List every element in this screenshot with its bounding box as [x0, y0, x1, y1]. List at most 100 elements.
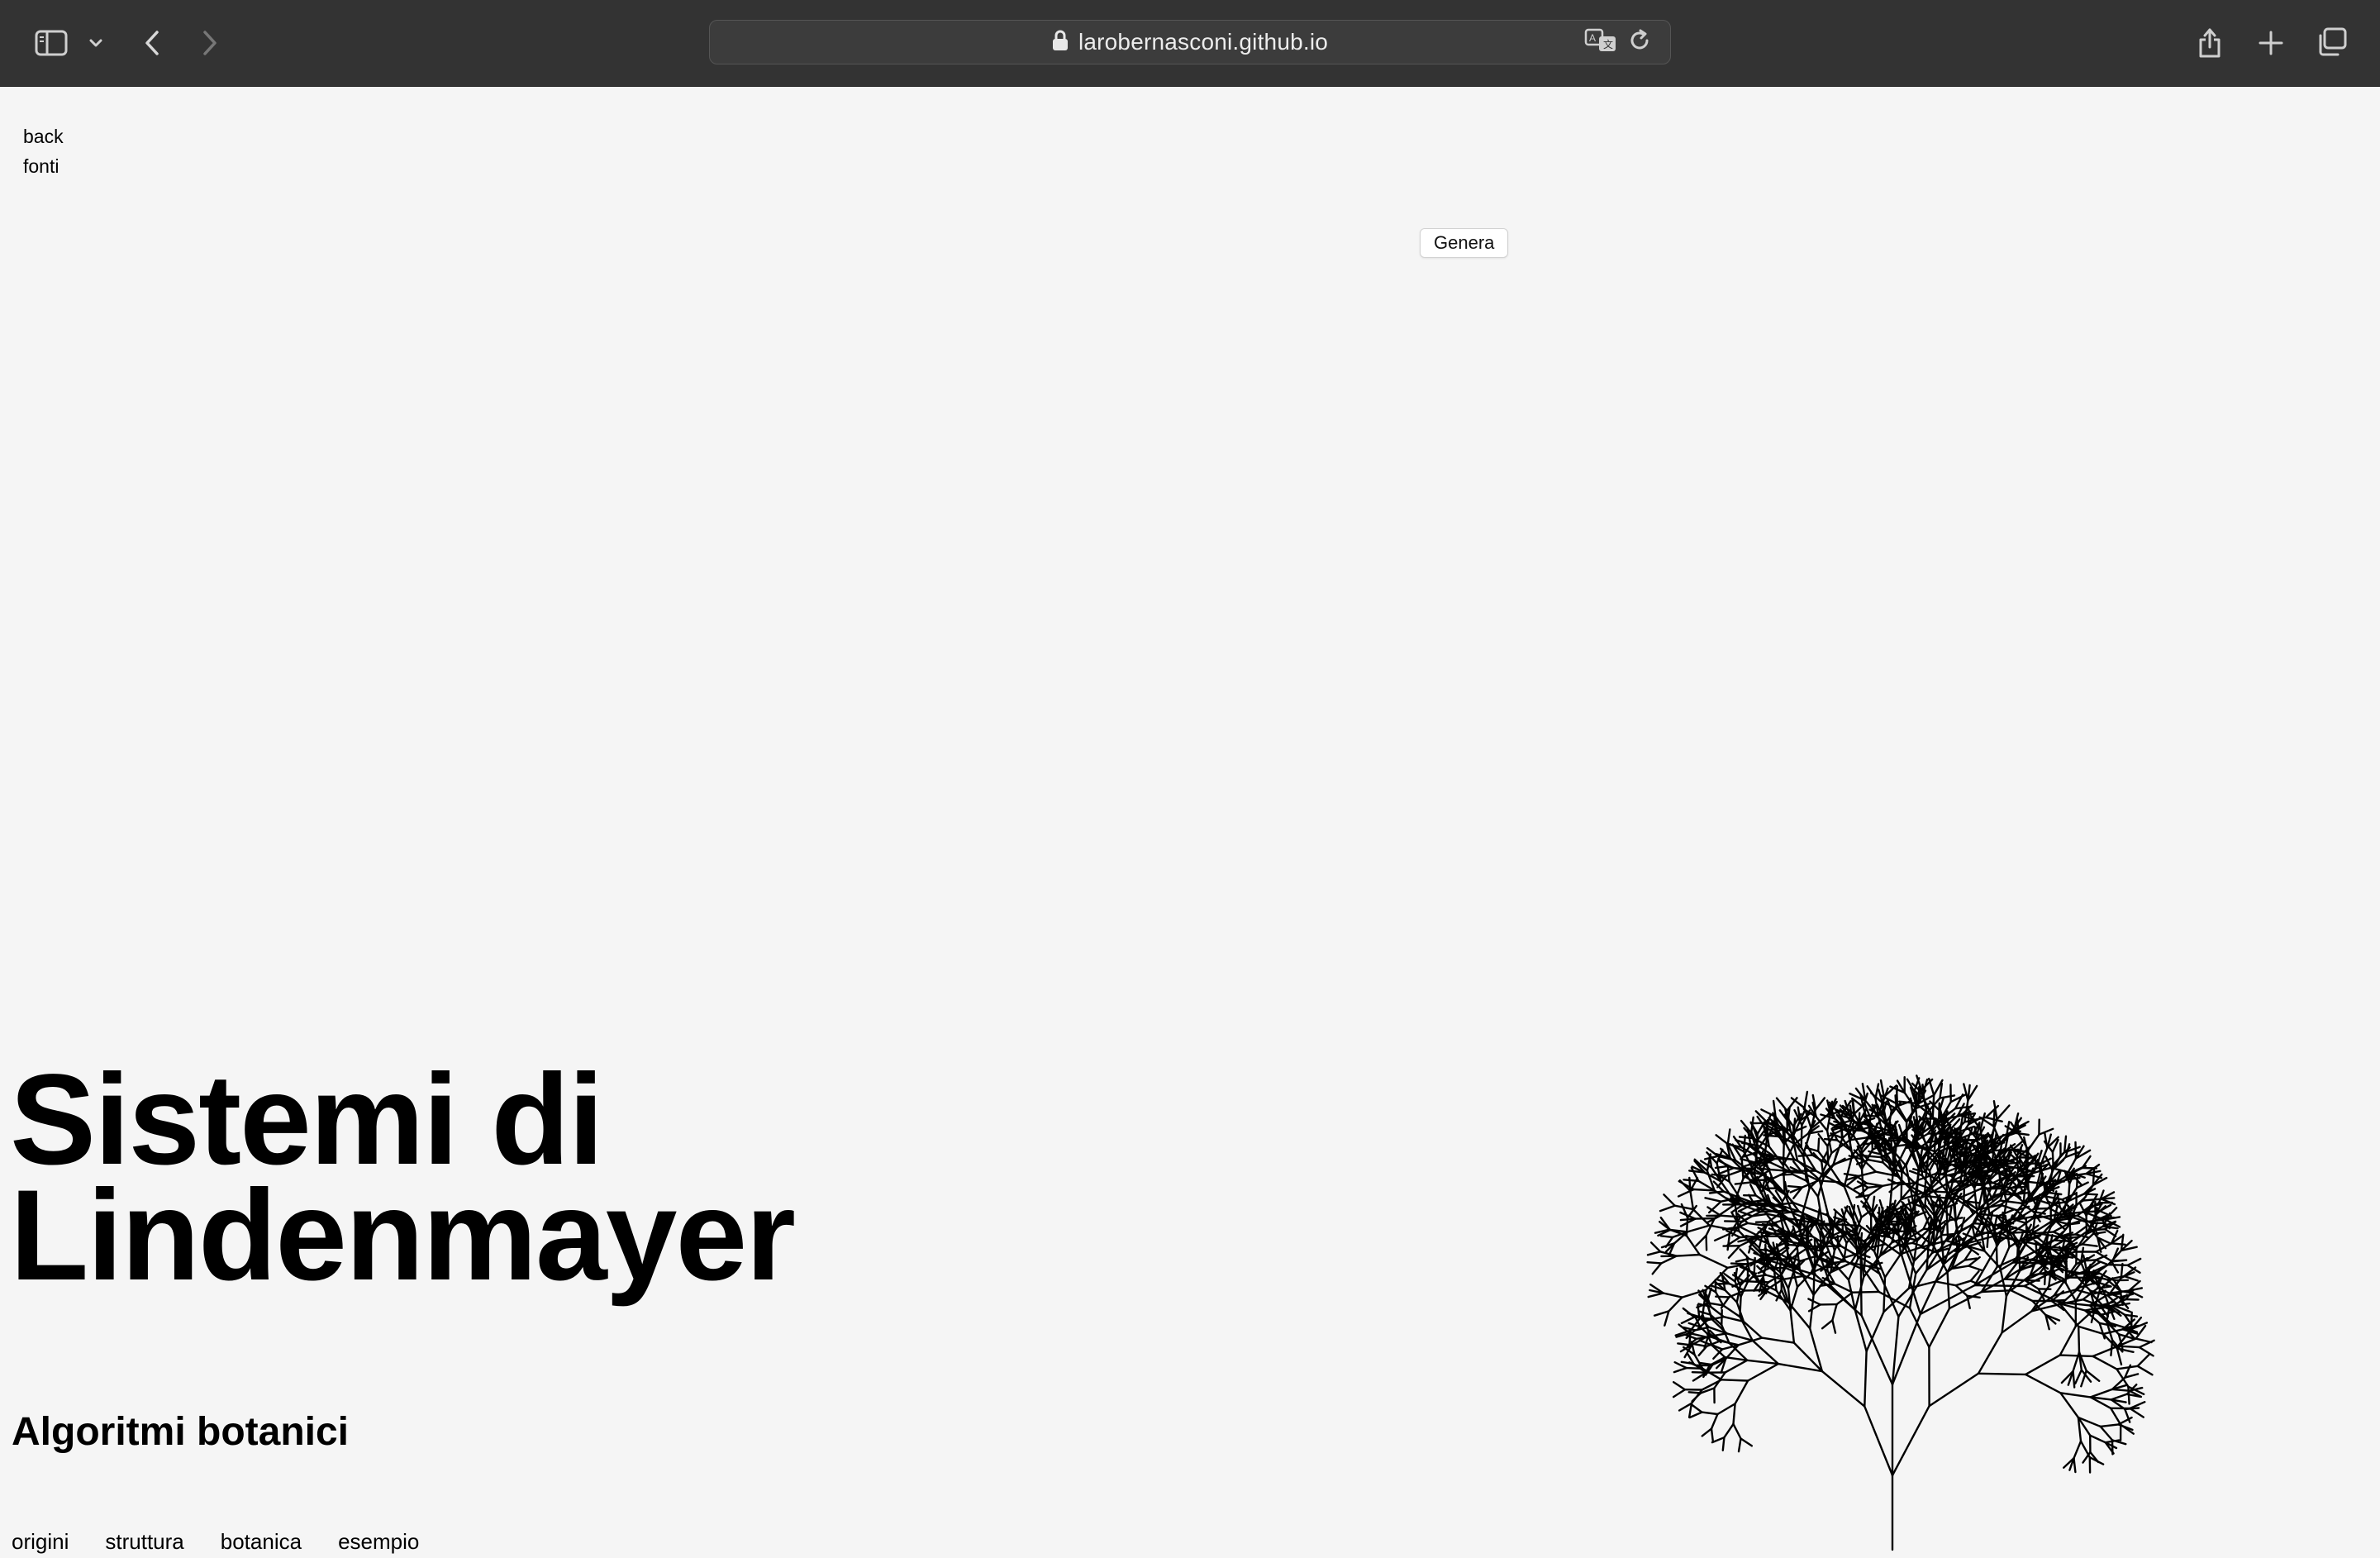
back-link[interactable]: back [23, 121, 64, 151]
tree-branch [1841, 1126, 1842, 1137]
tree-branch [2065, 1246, 2067, 1260]
tree-branch [1855, 1277, 1864, 1310]
tree-branch [1664, 1194, 1674, 1205]
tree-branch [1978, 1332, 2002, 1374]
tree-branch [1806, 1232, 1807, 1243]
tree-branch [2075, 1370, 2082, 1384]
nav-botanica[interactable]: botanica [221, 1529, 302, 1555]
tree-branch [1651, 1242, 1660, 1251]
tree-branch [2019, 1249, 2021, 1270]
tree-branch [2125, 1408, 2139, 1409]
lock-icon [1052, 30, 1069, 55]
tree-branch [1921, 1162, 1923, 1175]
fonti-link[interactable]: fonti [23, 151, 64, 181]
nav-struttura[interactable]: struttura [105, 1529, 183, 1555]
tree-branch [2111, 1394, 2127, 1400]
tree-branch [1692, 1394, 1701, 1402]
tree-branch [1864, 1351, 1866, 1407]
tree-branch [2091, 1389, 2112, 1398]
tree-branch [2078, 1327, 2103, 1334]
reload-icon[interactable] [1629, 28, 1652, 57]
tree-branch [1723, 1305, 1740, 1317]
tree-branch [1696, 1218, 1715, 1219]
back-arrow-icon[interactable] [139, 25, 165, 61]
nav-origini[interactable]: origini [12, 1529, 69, 1555]
tree-branch [1896, 1095, 1897, 1108]
tree-branch [1677, 1255, 1700, 1256]
chevron-down-icon[interactable] [86, 31, 106, 55]
tree-branch [1717, 1403, 1735, 1414]
tree-branch [2100, 1323, 2105, 1339]
tree-branch [1690, 1413, 1702, 1417]
tree-branch [1949, 1208, 1951, 1221]
tree-branch [1689, 1392, 1701, 1393]
title-line-2: Lindenmayer [10, 1178, 794, 1294]
page-subtitle: Algoritmi botanici [12, 1409, 349, 1455]
tree-branch [1942, 1234, 1954, 1235]
tree-branch [1978, 1374, 2025, 1375]
address-bar[interactable]: larobernasconi.github.io A文 [709, 20, 1671, 64]
tree-branch [1809, 1304, 1821, 1311]
tree-branch [1660, 1206, 1675, 1211]
tree-branch [1832, 1320, 1835, 1332]
tree-branch [1858, 1206, 1861, 1217]
tree-branch [1729, 1246, 1740, 1258]
tree-branch [2060, 1393, 2078, 1417]
tree-branch [2083, 1199, 2102, 1201]
tree-branch [2060, 1393, 2090, 1397]
tree-branch [1948, 1272, 1949, 1308]
tree-branch [2012, 1232, 2025, 1233]
tree-branch [2066, 1266, 2067, 1283]
tree-branch [2138, 1366, 2153, 1375]
tree-branch [2026, 1219, 2027, 1233]
tree-branch [1735, 1182, 1751, 1184]
tree-branch [1716, 1135, 1728, 1144]
tree-branch [1700, 1255, 1728, 1268]
tree-branch [2138, 1354, 2150, 1366]
tab-overview-icon[interactable] [2316, 25, 2349, 60]
tree-branch [1890, 1122, 1891, 1135]
tree-branch [2002, 1296, 2006, 1332]
tree-branch [1750, 1184, 1756, 1195]
translate-icon[interactable]: A文 [1584, 28, 1617, 57]
tree-branch [1883, 1277, 1885, 1312]
tree-branch [2076, 1142, 2077, 1159]
tree-branch [1754, 1180, 1769, 1181]
tree-branch [1753, 1341, 1778, 1364]
tree-branch [2028, 1135, 2039, 1151]
share-icon[interactable] [2195, 23, 2225, 61]
tree-branch [1739, 1439, 1741, 1452]
tree-branch [1868, 1086, 1876, 1098]
tree-branch [1690, 1191, 1692, 1209]
tree-branch [2074, 1441, 2082, 1459]
tree-branch [2111, 1408, 2121, 1425]
plus-icon[interactable] [2256, 26, 2286, 60]
tree-branch [2060, 1327, 2076, 1356]
nav-esempio[interactable]: esempio [338, 1529, 419, 1555]
tree-branch [2096, 1208, 2097, 1220]
genera-button[interactable]: Genera [1420, 228, 1508, 258]
tree-branch [2003, 1154, 2004, 1166]
tree-branch [1875, 1229, 1890, 1230]
tree-branch [1673, 1389, 1685, 1397]
tree-branch [1849, 1259, 1858, 1280]
tree-branch [1868, 1160, 1883, 1162]
tree-branch [1661, 1236, 1673, 1237]
tree-branch [2010, 1187, 2024, 1188]
tree-branch [1832, 1304, 1836, 1320]
page-title: Sistemi di Lindenmayer [10, 1062, 794, 1294]
tree-branch [1783, 1144, 1784, 1165]
tree-branch [1801, 1256, 1816, 1261]
forward-arrow-icon[interactable] [197, 25, 223, 61]
tree-branch [1780, 1174, 1792, 1175]
sidebar-icon[interactable] [31, 25, 71, 61]
tree-branch [1814, 1270, 1815, 1295]
tree-branch [1744, 1281, 1759, 1282]
tree-branch [1754, 1209, 1766, 1210]
tree-branch [1816, 1098, 1825, 1109]
tree-branch [2026, 1149, 2027, 1160]
tree-branch [1687, 1226, 1710, 1232]
tree-branch [2117, 1349, 2134, 1352]
tree-branch [1822, 1320, 1832, 1328]
tree-branch [2082, 1244, 2097, 1246]
